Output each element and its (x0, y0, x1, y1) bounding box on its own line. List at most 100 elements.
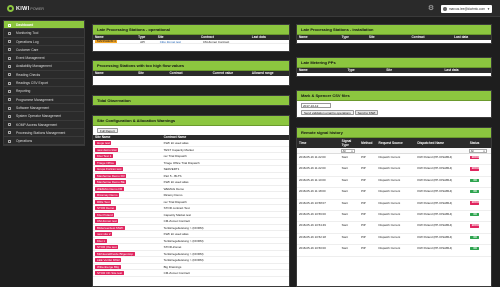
table-row[interactable]: STOR OK Site test CM-Zomet Contract (93, 270, 289, 277)
send-to-kiwi-button[interactable]: Send to KIWI (354, 110, 379, 115)
contract-name-cell: TEST Capacity Market (163, 147, 194, 152)
column-header[interactable]: Method (359, 141, 376, 146)
sidebar-item[interactable]: Dashboard (4, 21, 84, 30)
filter-select[interactable]: All (468, 148, 487, 153)
sidebar-item[interactable]: Customer Care (4, 46, 84, 55)
site-name-tag[interactable]: STOR (0w test (95, 245, 119, 250)
column-header[interactable]: Contract (167, 71, 210, 76)
table-row[interactable]: 2018-05-16 10:58:07 Start PIP Dispatch Curr… (297, 200, 491, 211)
site-name-tag[interactable]: Kiwi 1 (95, 238, 107, 243)
table-row[interactable]: 2018-05-16 10:50:00 Start PIP Dispatch Curr… (297, 245, 491, 257)
sidebar-item[interactable]: Processing Stations Management (4, 129, 84, 138)
column-header[interactable]: Current value (211, 71, 250, 76)
table-row[interactable]: 2018-05-16 10:52:18 Start PIP Dispatch Curr… (297, 234, 491, 246)
site-name-tag[interactable]: Kiwi Poland (95, 212, 115, 217)
sidebar-item[interactable]: Reporting (4, 87, 84, 96)
table-row[interactable]: MANNHEIM 4 API Citto Zomet test CM-Zomet Co… (93, 40, 289, 45)
site-name-cell: STOR Demo (93, 205, 162, 211)
column-header[interactable]: Last data (442, 68, 491, 73)
table-cell: 2018-05-16 11:22:00 (299, 166, 326, 171)
table-cell-wrap (250, 40, 289, 43)
sidebar-item[interactable]: Programme Management (4, 96, 84, 104)
sidebar-item[interactable]: Operations Log (4, 38, 84, 46)
filter-select[interactable]: All (340, 148, 355, 153)
column-header[interactable]: Name (93, 71, 136, 76)
site-name-tag[interactable]: CM-Zomet test (95, 219, 119, 224)
table-cell-wrap: CM-Zomet Contract (199, 40, 250, 43)
sidebar-item[interactable]: Availability Management (4, 62, 84, 71)
gear-icon[interactable]: ⚙ (428, 5, 435, 12)
column-header[interactable]: Type (346, 68, 385, 73)
column-header[interactable]: Site (384, 68, 442, 73)
table-cell[interactable]: Citto Zomet test (158, 40, 181, 43)
site-name-tag[interactable]: Kiwi Test 1 (95, 154, 113, 159)
site-name-tag[interactable]: Wittenberge Bilg (95, 264, 121, 269)
column-header[interactable]: Name (297, 35, 340, 40)
table-cell: OK (468, 189, 491, 194)
site-name-tag[interactable]: Grupe Fortran test (95, 167, 124, 172)
sidebar-item-label: Dashboard (16, 23, 34, 27)
column-header[interactable]: Last data (452, 35, 491, 40)
site-name-tag[interactable]: Triage Office (95, 160, 116, 165)
site-name-tag[interactable]: LEE Vertfel MW2 (95, 258, 122, 263)
sidebar-item[interactable]: KOMP Access Management (4, 121, 84, 129)
column-header[interactable]: Status (468, 141, 491, 146)
column-header[interactable]: Name (297, 68, 346, 73)
user-menu[interactable]: marcus.lee@kiwimtc.com ▼ (440, 4, 492, 13)
site-name-tag[interactable]: Manheime Demo BE (95, 180, 127, 185)
date-input[interactable]: 2017-10-12 (301, 103, 331, 108)
sidebar-item-label: Processing Stations Management (16, 130, 66, 135)
column-header[interactable]: Contract (410, 35, 453, 40)
site-name-tag[interactable]: Ricamay Demo (95, 193, 120, 198)
site-name-tag[interactable]: Bilderwerdest MWK (95, 225, 125, 230)
menu-item-icon (8, 56, 11, 60)
table-cell: KIW Poland (PP-IOSAB14) (417, 177, 453, 182)
sidebar-item[interactable]: Event Management (4, 54, 84, 63)
status-badge: OK (469, 246, 479, 251)
column-header[interactable]: Time (297, 141, 340, 146)
column-header[interactable]: Allowed range (250, 71, 289, 76)
table-cell: PIP (361, 177, 366, 182)
column-header[interactable]: Type (340, 35, 367, 40)
table-cell: 2018-05-16 11:10:00 (299, 177, 326, 182)
sidebar-item[interactable]: Reading Checks (4, 71, 84, 80)
contract-name-cell: Tertiärregelleistung > (DORM) (163, 251, 204, 256)
table-row[interactable]: 2018-05-16 10:54:49 Start PIP Dispatch Curr… (297, 222, 491, 234)
table-row[interactable]: 2018-05-16 11:18:00 Start PIP Dispatch Curr… (297, 188, 491, 200)
table-row[interactable]: 2018-05-16 11:10:00 Start PIP Dispatch Curr… (297, 177, 491, 189)
table-cell: Start (341, 211, 348, 216)
table-cell: Start (341, 177, 348, 182)
sidebar-item[interactable]: Readings CSV Export (4, 79, 84, 88)
panel-title: Processing Stations with too high flow v… (93, 61, 289, 71)
table-row[interactable]: 2018-05-16 10:56:00 Start PIP Dispatch Curr… (297, 211, 491, 223)
contract-name-cell: KWh kit used atlas (163, 232, 189, 236)
sidebar-item[interactable]: Monitoring Tool (4, 29, 84, 38)
sidebar-item[interactable]: System Operator Management (4, 112, 84, 121)
site-name-tag[interactable]: new site 2 (95, 232, 113, 237)
site-name-cell: Grupe Fortran test (93, 166, 162, 172)
sidebar-item[interactable]: Software Management (4, 104, 84, 113)
site-name-tag[interactable]: Mühlewaldheide Bilgentrop (95, 251, 135, 256)
site-name-tag[interactable]: Hoge test (95, 141, 112, 146)
site-name-tag[interactable]: new demo kiwi (95, 147, 119, 152)
table-row[interactable]: 2018-05-16 11:22:00 Start PIP Dispatch Curr… (297, 165, 491, 177)
site-name-tag[interactable]: STOR OK Site test (95, 271, 124, 276)
column-header[interactable]: Dispatched Name (415, 141, 467, 146)
app-logo[interactable]: KIWI POWER (7, 4, 44, 13)
send-validation-button[interactable]: Send validation email to operations (301, 110, 354, 115)
site-name-tag[interactable]: WEMAG Demo FR (95, 186, 124, 191)
sidebar-item[interactable]: Operations (4, 137, 84, 146)
site-name-tag[interactable]: STOR Demo (95, 206, 116, 211)
column-header[interactable]: Site (136, 71, 167, 76)
column-header[interactable]: Site (367, 35, 410, 40)
table-row[interactable]: 2018-05-16 11:22:00 Start PIP Dispatch Curr… (297, 154, 491, 166)
column-header[interactable]: Request Source (377, 141, 416, 146)
site-name-tag[interactable]: Manheime Demo FR (95, 173, 127, 178)
menu-item-icon (8, 114, 11, 118)
contract-name-cell: KWh kit used atlas (163, 180, 189, 184)
column-header[interactable]: Signal Type (340, 139, 359, 148)
full-report-button[interactable]: Full Report (97, 128, 118, 133)
sidebar-item-label: Reporting (16, 89, 31, 94)
site-name-tag[interactable]: RRE Test (95, 199, 112, 204)
table-cell: PIP (361, 155, 366, 159)
